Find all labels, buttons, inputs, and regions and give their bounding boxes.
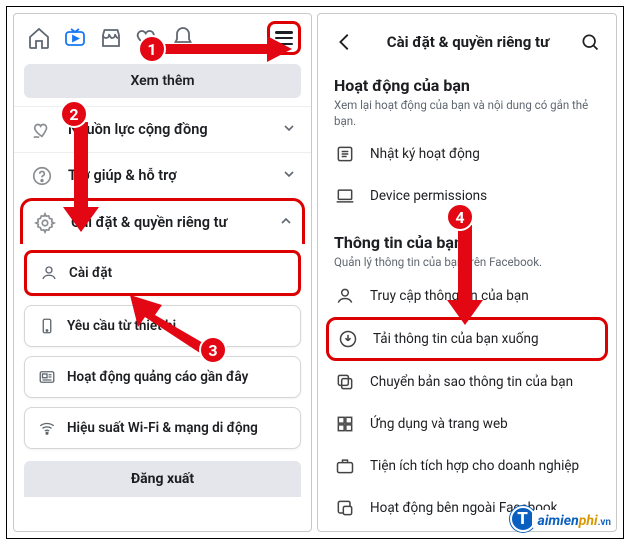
wifi-icon	[37, 418, 57, 438]
item-label: Truy cập thông tin của bạn	[370, 288, 529, 304]
row-label: Nguồn lực cộng đồng	[68, 121, 208, 138]
download-info-item[interactable]: Tải thông tin của bạn xuống	[326, 317, 608, 361]
user-gear-icon	[39, 263, 59, 283]
chevron-up-icon	[278, 213, 294, 233]
offfb-icon	[334, 497, 356, 519]
activity-log-item[interactable]: Nhật ký hoạt động	[318, 133, 616, 175]
watermark-text-2: phi	[579, 513, 598, 529]
device-requests-card[interactable]: Yêu cầu từ thiết bị	[24, 305, 301, 347]
transfer-info-item[interactable]: Chuyển bản sao thông tin của bạn	[318, 361, 616, 403]
callout-1: 1	[138, 35, 166, 63]
marketplace-icon[interactable]	[96, 23, 126, 53]
list-icon	[334, 143, 356, 165]
logout-button[interactable]: Đăng xuất	[24, 461, 301, 497]
your-activity-group: Hoạt động của bạn Xem lại hoạt động của …	[318, 60, 616, 133]
watch-icon[interactable]	[60, 23, 90, 53]
left-phone: Xem thêm Nguồn lực cộng đồng Trợ giúp & …	[13, 13, 312, 532]
card-label: Hoạt động quảng cáo gần đây	[67, 369, 248, 385]
community-resources-row[interactable]: Nguồn lực cộng đồng	[14, 106, 311, 152]
group-title: Hoạt động của bạn	[334, 76, 600, 95]
ads-icon	[37, 367, 57, 387]
copy-icon	[334, 371, 356, 393]
page-title: Cài đặt & quyền riêng tư	[368, 33, 568, 51]
settings-header: Cài đặt & quyền riêng tư	[318, 14, 616, 60]
gear-icon	[31, 209, 59, 237]
chevron-down-icon	[281, 166, 297, 186]
see-more-button[interactable]: Xem thêm	[24, 64, 301, 98]
row-label: Cài đặt & quyền riêng tư	[71, 214, 227, 231]
card-label: Cài đặt	[69, 265, 112, 281]
callout-4: 4	[446, 203, 474, 231]
back-icon[interactable]	[332, 29, 358, 55]
item-label: Nhật ký hoạt động	[370, 146, 480, 162]
item-label: Tiện ích tích hợp cho doanh nghiệp	[370, 458, 579, 474]
settings-cards: Cài đặt Yêu cầu từ thiết bị Hoạt động qu…	[14, 244, 311, 457]
notifications-icon[interactable]	[168, 23, 198, 53]
wifi-card[interactable]: Hiệu suất Wi-Fi & mạng di động	[24, 407, 301, 449]
settings-privacy-row[interactable]: Cài đặt & quyền riêng tư	[20, 198, 305, 244]
help-support-row[interactable]: Trợ giúp & hỗ trợ	[14, 152, 311, 198]
right-phone: Cài đặt & quyền riêng tư Hoạt động của b…	[317, 13, 617, 532]
home-icon[interactable]	[24, 23, 54, 53]
briefcase-icon	[334, 455, 356, 477]
item-label: Device permissions	[370, 188, 487, 204]
row-label: Trợ giúp & hỗ trợ	[68, 167, 177, 184]
laptop-icon	[334, 185, 356, 207]
search-icon[interactable]	[578, 30, 602, 54]
watermark-text-1: aimien	[538, 513, 579, 529]
access-info-item[interactable]: Truy cập thông tin của bạn	[318, 275, 616, 317]
callout-3: 3	[199, 336, 227, 364]
download-icon	[337, 328, 359, 350]
heart-hand-icon	[28, 116, 56, 144]
grid-icon	[334, 413, 356, 435]
group-subtitle: Quản lý thông tin của bạn trên Facebook.	[334, 255, 600, 271]
callout-2: 2	[60, 100, 88, 128]
item-label: Ứng dụng và trang web	[370, 416, 508, 432]
menu-icon[interactable]	[267, 21, 301, 55]
device-icon	[37, 316, 57, 336]
watermark-text-3: .vn	[598, 517, 611, 528]
chevron-down-icon	[281, 120, 297, 140]
person-icon	[334, 285, 356, 307]
group-subtitle: Xem lại hoạt động của bạn và nội dung có…	[334, 98, 600, 129]
watermark: T aimienphi.vn	[510, 506, 615, 532]
recent-ads-card[interactable]: Hoạt động quảng cáo gần đây	[24, 356, 301, 398]
group-title: Thông tin của bạn	[334, 233, 600, 252]
card-label: Yêu cầu từ thiết bị	[67, 318, 176, 334]
business-integrations-item[interactable]: Tiện ích tích hợp cho doanh nghiệp	[318, 445, 616, 487]
help-icon	[28, 162, 56, 190]
card-label: Hiệu suất Wi-Fi & mạng di động	[67, 420, 258, 436]
apps-web-item[interactable]: Ứng dụng và trang web	[318, 403, 616, 445]
item-label: Chuyển bản sao thông tin của bạn	[370, 374, 573, 390]
settings-card[interactable]: Cài đặt	[24, 250, 301, 296]
item-label: Tải thông tin của bạn xuống	[373, 331, 539, 347]
